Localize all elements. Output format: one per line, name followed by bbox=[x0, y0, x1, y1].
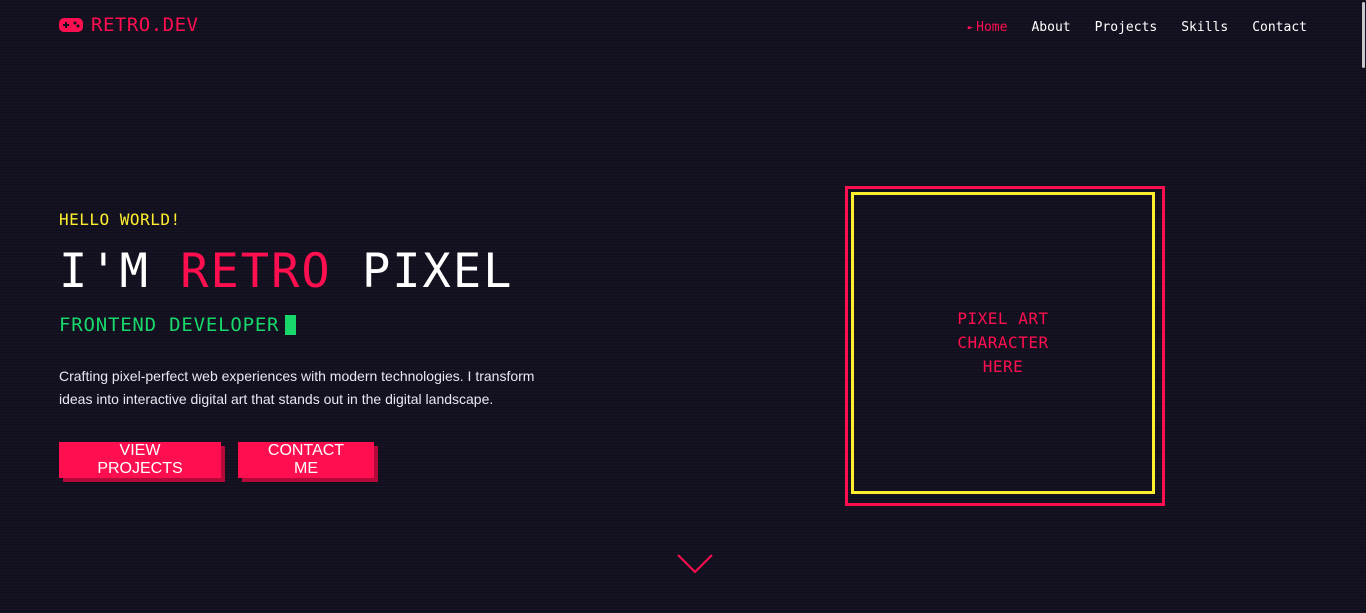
role-text: FRONTEND DEVELOPER bbox=[59, 314, 280, 336]
scrollbar-thumb[interactable] bbox=[1362, 2, 1365, 68]
nav-label: Contact bbox=[1252, 20, 1307, 35]
nav-item-skills[interactable]: Skills bbox=[1181, 20, 1228, 35]
main-nav: ► Home About Projects Skills Contact bbox=[968, 20, 1307, 35]
chevron-down-icon[interactable] bbox=[677, 553, 713, 575]
nav-label: Skills bbox=[1181, 20, 1229, 35]
pixel-art-frame: PIXEL ART CHARACTER HERE bbox=[845, 186, 1165, 506]
view-projects-button[interactable]: VIEW PROJECTS bbox=[59, 442, 221, 478]
greeting: HELLO WORLD! bbox=[59, 210, 181, 229]
active-arrow-icon: ► bbox=[967, 22, 974, 33]
brand-name: RETRO.DEV bbox=[91, 14, 199, 36]
scrollbar[interactable] bbox=[1360, 0, 1366, 613]
nav-label: Projects bbox=[1094, 20, 1158, 35]
headline-prefix: I'M bbox=[59, 244, 150, 299]
nav-item-contact[interactable]: Contact bbox=[1252, 20, 1307, 35]
nav-item-home[interactable]: ► Home bbox=[968, 20, 1008, 35]
role-title: FRONTEND DEVELOPER bbox=[59, 314, 297, 336]
headline-suffix: PIXEL bbox=[361, 244, 514, 299]
nav-item-about[interactable]: About bbox=[1031, 20, 1070, 35]
headline: I'M RETRO PIXEL bbox=[59, 244, 513, 300]
pixel-art-placeholder: PIXEL ART CHARACTER HERE bbox=[957, 309, 1049, 376]
gamepad-icon bbox=[59, 18, 83, 32]
contact-me-button[interactable]: CONTACT ME bbox=[238, 442, 374, 478]
nav-label: Home bbox=[976, 20, 1008, 35]
nav-item-projects[interactable]: Projects bbox=[1095, 20, 1158, 35]
headline-accent: RETRO bbox=[180, 244, 332, 299]
logo[interactable]: RETRO.DEV bbox=[59, 14, 198, 36]
hero-description: Crafting pixel-perfect web experiences w… bbox=[59, 368, 535, 407]
typing-cursor bbox=[285, 315, 297, 335]
nav-label: About bbox=[1031, 20, 1071, 35]
pixel-art-inner-frame: PIXEL ART CHARACTER HERE bbox=[851, 192, 1155, 494]
